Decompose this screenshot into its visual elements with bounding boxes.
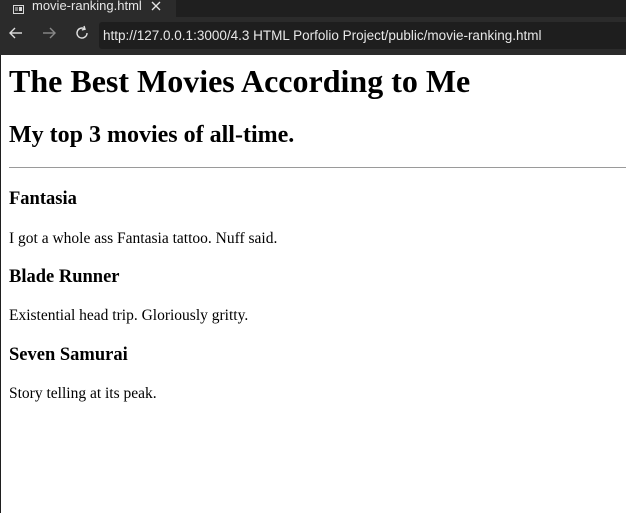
tab-title: movie-ranking.html [32, 0, 142, 13]
page-title: The Best Movies According to Me [9, 63, 471, 99]
forward-button[interactable] [39, 25, 59, 45]
movie-title: Blade Runner [9, 267, 120, 287]
movie-title: Fantasia [9, 189, 77, 209]
movie-description: Story telling at its peak. [9, 385, 157, 402]
forward-arrow-icon [41, 25, 57, 46]
browser-tab[interactable]: movie-ranking.html [0, 0, 176, 17]
back-arrow-icon [8, 25, 24, 46]
divider [9, 167, 626, 168]
reload-button[interactable] [72, 25, 92, 45]
tab-strip: movie-ranking.html [0, 0, 626, 17]
reload-icon [74, 25, 90, 46]
url-input[interactable] [99, 25, 623, 46]
page-content: The Best Movies According to Me My top 3… [0, 55, 626, 513]
back-button[interactable] [6, 25, 26, 45]
address-bar[interactable] [99, 22, 626, 49]
document-icon [13, 2, 24, 14]
movie-description: Existential head trip. Gloriously gritty… [9, 307, 249, 324]
browser-toolbar [0, 17, 626, 55]
close-icon[interactable] [150, 0, 162, 12]
movie-title: Seven Samurai [9, 345, 128, 365]
movie-description: I got a whole ass Fantasia tattoo. Nuff … [9, 230, 278, 247]
page-subtitle: My top 3 movies of all-time. [9, 122, 295, 148]
